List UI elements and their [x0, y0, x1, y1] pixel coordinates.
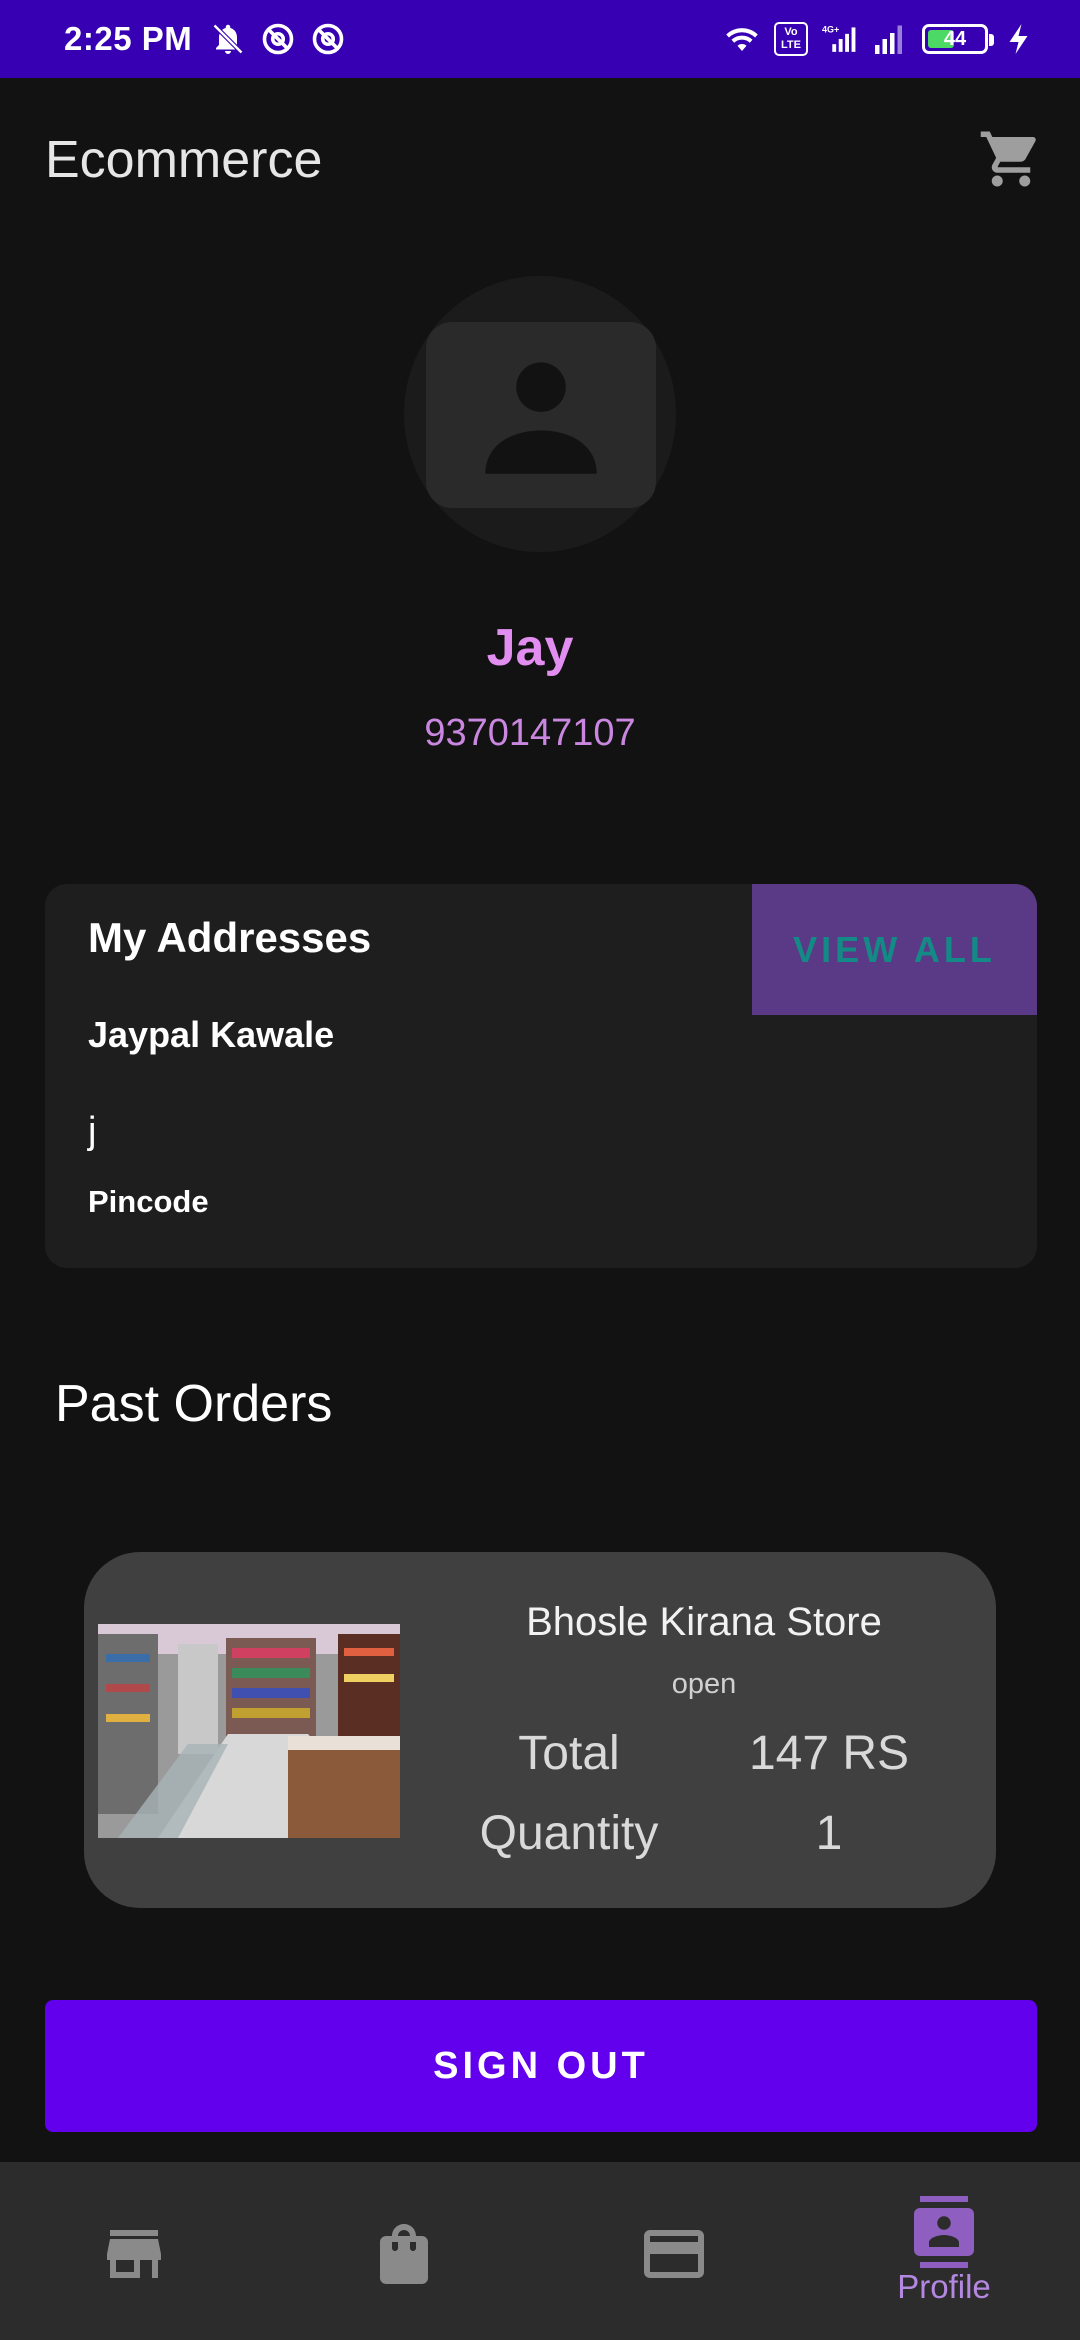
nav-item-store[interactable] [34, 2162, 234, 2340]
store-image [98, 1624, 400, 1838]
shopping-bag-icon [380, 2224, 428, 2284]
status-bar: 2:25 PM Vo LTE 4G+ 44 [0, 0, 1080, 78]
order-status: open [671, 1668, 737, 1700]
sync-off-icon [312, 23, 344, 55]
sync-off-icon [262, 23, 294, 55]
bottom-nav: Profile [0, 2162, 1080, 2340]
app-bar: Ecommerce [0, 78, 1080, 242]
nav-item-orders[interactable] [304, 2162, 504, 2340]
mute-bell-icon [213, 23, 244, 55]
addresses-title: My Addresses [88, 914, 372, 961]
app-title: Ecommerce [45, 131, 323, 189]
profile-screen: 2:25 PM Vo LTE 4G+ 44 Ecommerce Jay 9370… [0, 0, 1080, 2340]
profile-name: Jay [486, 619, 574, 677]
order-quantity-row: Quantity 1 [444, 1806, 964, 1861]
battery-level: 44 [943, 27, 967, 50]
profile-icon [914, 2196, 974, 2268]
order-total-value: 147 RS [748, 1727, 910, 1780]
order-total-label: Total [518, 1727, 620, 1780]
address-line: j [88, 1110, 97, 1152]
order-quantity-value: 1 [815, 1807, 843, 1860]
charging-icon [1009, 24, 1028, 54]
svg-text:4G+: 4G+ [822, 25, 839, 35]
signal-icon [875, 25, 902, 54]
store-icon [107, 2230, 161, 2278]
battery-icon: 44 [922, 24, 994, 54]
past-orders-title: Past Orders [55, 1375, 333, 1433]
order-total-row: Total 147 RS [444, 1726, 964, 1781]
volte-icon: Vo LTE [774, 22, 808, 56]
sign-out-button[interactable]: SIGN OUT [45, 2000, 1037, 2132]
order-quantity-label: Quantity [479, 1807, 659, 1860]
profile-phone: 9370147107 [424, 712, 636, 754]
address-pincode: Pincode [88, 1184, 209, 1219]
credit-card-icon [644, 2230, 704, 2278]
address-name: Jaypal Kawale [88, 1014, 335, 1055]
nav-profile-label: Profile [897, 2268, 991, 2305]
signal-4g-icon: 4G+ [822, 25, 856, 52]
order-store-name: Bhosle Kirana Store [526, 1600, 882, 1644]
status-time: 2:25 PM [64, 20, 193, 57]
wifi-icon [726, 28, 758, 51]
nav-item-profile[interactable]: Profile [844, 2162, 1044, 2340]
address-card: My Addresses VIEW ALL Jaypal Kawale j Pi… [45, 884, 1037, 1268]
person-placeholder-icon [426, 322, 656, 508]
view-all-button[interactable]: VIEW ALL [752, 884, 1037, 1015]
order-card[interactable]: Bhosle Kirana Store open Total 147 RS Qu… [84, 1552, 996, 1908]
nav-item-payments[interactable] [574, 2162, 774, 2340]
cart-icon[interactable] [978, 126, 1044, 192]
